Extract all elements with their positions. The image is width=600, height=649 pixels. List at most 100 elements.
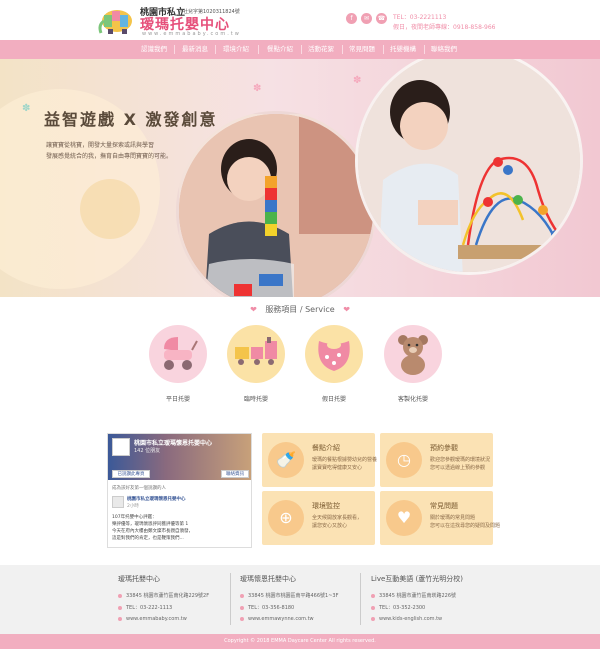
footer-divider — [230, 573, 231, 625]
facebook-post-time: 2小時 — [127, 504, 139, 509]
service-custom-card[interactable] — [384, 325, 442, 383]
heart-icon: ❤ — [250, 305, 257, 314]
facebook-page-name[interactable]: 桃園市私立瑷瑪懷恩托嬰中心 — [134, 438, 212, 447]
header: 桃園市私立 府社兒字第1020311824號 瑷瑪托嬰中心 www.emmaba… — [0, 0, 600, 40]
footer-web[interactable]: www.emmababy.com.tw — [118, 616, 187, 622]
phone-icon — [118, 605, 122, 610]
heart-icon: ❤ — [343, 305, 350, 314]
hero-bokeh — [80, 179, 140, 239]
copyright: Copyright © 2018 EMMA Daycare Center All… — [0, 634, 600, 649]
footer-col-title: Live互動美語 (蘆竹光明分校) — [371, 575, 463, 583]
footer-tel: TEL：03-222-1113 — [118, 604, 172, 611]
location-icon — [371, 593, 375, 598]
card-meals[interactable]: 🍼 餐點介紹 瑷瑪的餐點根據嬰幼兒的營養 讓寶寶吃得健康又安心 — [262, 433, 377, 487]
toddler-illustration — [179, 114, 373, 297]
teddy-bear-icon — [398, 335, 428, 375]
facebook-like-button[interactable]: 已說讚此專頁 — [112, 470, 150, 478]
nav-item-environment[interactable]: 環境介紹 — [218, 40, 254, 59]
nav-item-news[interactable]: 最新消息 — [177, 40, 213, 59]
nav-divider — [258, 45, 259, 54]
footer-divider — [360, 573, 361, 625]
footer-web[interactable]: www.emmawynne.com.tw — [240, 616, 314, 622]
globe-icon — [240, 616, 244, 621]
footer-tel: TEL：03-356-8180 — [240, 604, 294, 611]
facebook-post-line: 107年托嬰中心評鑑： — [112, 515, 157, 520]
footer — [0, 565, 600, 634]
nav-divider — [174, 45, 175, 54]
mail-icon[interactable]: ✉ — [361, 13, 372, 24]
nav-divider — [424, 45, 425, 54]
contact-tel: TEL：03-2221113 — [393, 14, 447, 21]
nav-divider — [342, 45, 343, 54]
location-icon — [118, 593, 122, 598]
facebook-post-author[interactable]: 桃園市私立瑷瑪懷恩托嬰中心 — [127, 496, 186, 502]
service-weekday-card[interactable] — [149, 325, 207, 383]
hero-photo-toddler-blocks — [176, 111, 376, 297]
nav-item-contact[interactable]: 聯絡我們 — [426, 40, 462, 59]
hero-banner: ✽ ✽ ✽ ✽ 益智遊戲 X 激發創意 讓寶寶從桃寶，開發大量探索或訊與學習 發… — [0, 59, 600, 297]
logo-url: www.emmababy.com.tw — [142, 31, 241, 37]
facebook-post-line: 這是對我們的肯定，也是鞭策我們... — [112, 536, 184, 541]
bib-icon — [318, 341, 350, 371]
facebook-page-avatar[interactable] — [112, 438, 130, 456]
phone-icon — [240, 605, 244, 610]
footer-col-title: 瑷瑪懷恩托嬰中心 — [240, 575, 296, 583]
nav-divider — [215, 45, 216, 54]
contact-hours: 假日，夜間老師專線：0918-858-966 — [393, 24, 496, 31]
nav-item-meals[interactable]: 餐點介紹 — [262, 40, 298, 59]
footer-address: 33845 桃園市蘆竹區南崁路226號 — [371, 592, 456, 599]
service-holiday-card[interactable] — [305, 325, 363, 383]
card-desc: 關於瑷瑪的常見問題 — [430, 515, 476, 521]
card-booking[interactable]: ◷ 預約參觀 歡迎您參觀瑷瑪的環境狀況 您可以透過線上預約參觀 — [380, 433, 493, 487]
facebook-icon[interactable]: f — [346, 13, 357, 24]
hero-title: 益智遊戲 X 激發創意 — [44, 110, 218, 129]
card-monitoring[interactable]: ⊕ 環境監控 全天候開放家長觀看， 讓您安心又放心 — [262, 491, 375, 545]
facebook-post-line: 今天在府內大樓由鄭文燦市長親自頒發， — [112, 529, 193, 534]
location-icon — [240, 593, 244, 598]
facebook-friend-note: 成為該好友第一個說讚的人 — [112, 486, 166, 491]
card-desc: 您可以在這找尋您的疑問及問題 — [430, 523, 501, 529]
heart-chat-icon: ♥ — [386, 500, 422, 536]
flower-icon: ✽ — [253, 83, 262, 94]
nav-item-faq[interactable]: 常見問題 — [344, 40, 380, 59]
nav-divider — [383, 45, 384, 54]
footer-address: 33845 桃園市桃園區南平路466號1~3F — [240, 592, 338, 599]
phone-icon — [371, 605, 375, 610]
footer-col-title: 瑷瑪托嬰中心 — [118, 575, 160, 583]
globe-icon — [118, 616, 122, 621]
footer-web[interactable]: www.kids-english.com.tw — [371, 616, 442, 622]
food-icon: 🍼 — [268, 442, 304, 478]
facebook-likes: 142 位朋友 — [134, 448, 161, 454]
services-heading-text: 服務項目 / Service — [265, 305, 335, 314]
card-faq[interactable]: ♥ 常見問題 關於瑷瑪的常見問題 您可以在這找尋您的疑問及問題 — [380, 491, 500, 545]
facebook-post-avatar — [112, 496, 124, 508]
card-desc: 讓您安心又放心 — [312, 523, 348, 529]
globe-icon — [371, 616, 375, 621]
main-nav: 認識我們 最新消息 環境介紹 餐點介紹 活動花絮 常見問題 托嬰機構 聯絡我們 — [0, 40, 600, 59]
card-desc: 歡迎您參觀瑷瑪的環境狀況 — [430, 457, 491, 463]
target-icon: ⊕ — [268, 500, 304, 536]
flower-icon: ✽ — [353, 75, 362, 86]
card-title: 環境監控 — [312, 502, 340, 510]
hero-subtitle-1: 讓寶寶從桃寶，開發大量探索或訊與學習 — [46, 142, 155, 149]
stroller-icon — [164, 337, 198, 370]
footer-address: 33845 桃園市蘆竹區南化路229號2F — [118, 592, 209, 599]
nav-item-activities[interactable]: 活動花絮 — [303, 40, 339, 59]
phone-icon[interactable]: ☎ — [376, 13, 387, 24]
card-title: 預約參觀 — [430, 444, 458, 452]
facebook-widget[interactable]: 桃園市私立瑷瑪懷恩托嬰中心 142 位朋友 已說讚此專頁 聯絡資訊 成為該好友第… — [107, 433, 252, 548]
bead-maze-illustration — [358, 59, 580, 272]
card-desc: 讓寶寶吃得健康又安心 — [312, 465, 363, 471]
nav-item-institutions[interactable]: 托嬰機構 — [385, 40, 421, 59]
flower-icon: ✽ — [22, 103, 31, 114]
elephant-logo-icon[interactable] — [96, 5, 136, 35]
nav-item-about[interactable]: 認識我們 — [136, 40, 172, 59]
facebook-info-button[interactable]: 聯絡資訊 — [221, 470, 249, 478]
hero-subtitle-2: 發展感覺統合的我，撫育自由專問寶寶的可能。 — [46, 153, 173, 160]
nav-divider — [301, 45, 302, 54]
service-label-holiday: 假日托嬰 — [321, 396, 346, 403]
clock-icon: ◷ — [386, 442, 422, 478]
service-temporary-card[interactable] — [227, 325, 285, 383]
card-title: 常見問題 — [430, 502, 458, 510]
card-title: 餐點介紹 — [312, 444, 340, 452]
